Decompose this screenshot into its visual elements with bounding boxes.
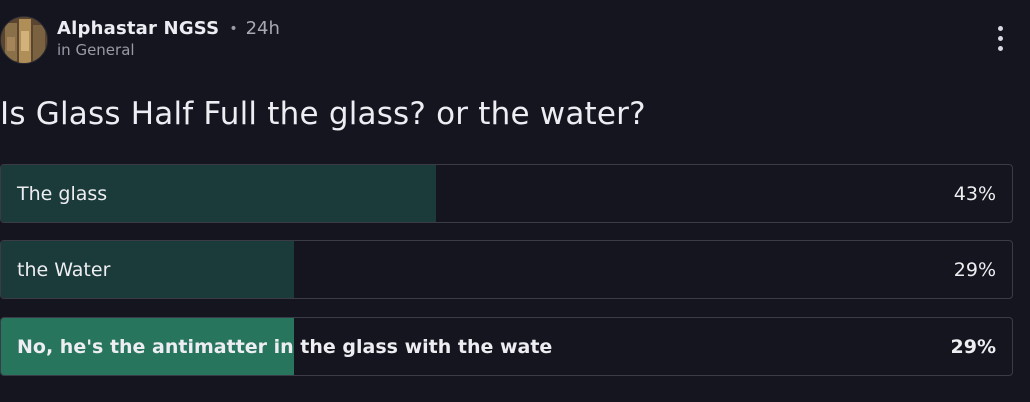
poll-option-3[interactable]: No, he's the antimatter in the glass wit…	[0, 317, 1013, 376]
poll-option-label: The glass	[17, 183, 108, 205]
poll-option-2[interactable]: the Water 29%	[0, 240, 1013, 299]
post-header: Alphastar NGSS • 24h in General	[0, 14, 1030, 66]
poll-post: Alphastar NGSS • 24h in General Is Glass…	[0, 0, 1030, 402]
poll-option-percent: 29%	[950, 336, 996, 358]
channel-label[interactable]: in General	[57, 41, 135, 59]
poll-option-percent: 43%	[953, 183, 996, 205]
post-time: 24h	[245, 18, 280, 39]
poll-question: Is Glass Half Full the glass? or the wat…	[0, 96, 646, 132]
menu-dot	[997, 46, 1003, 51]
separator-dot: •	[229, 20, 238, 37]
avatar[interactable]	[0, 16, 48, 64]
author-name[interactable]: Alphastar NGSS	[57, 18, 219, 39]
menu-dot	[997, 36, 1003, 41]
more-vertical-icon[interactable]	[990, 26, 1010, 56]
poll-option-label: the Water	[17, 259, 111, 281]
poll-option-1[interactable]: The glass 43%	[0, 164, 1013, 223]
author-line: Alphastar NGSS • 24h	[57, 18, 280, 39]
avatar-image	[1, 17, 47, 63]
poll-option-percent: 29%	[953, 259, 996, 281]
menu-dot	[997, 26, 1003, 31]
poll-option-label: No, he's the antimatter in the glass wit…	[17, 336, 553, 358]
